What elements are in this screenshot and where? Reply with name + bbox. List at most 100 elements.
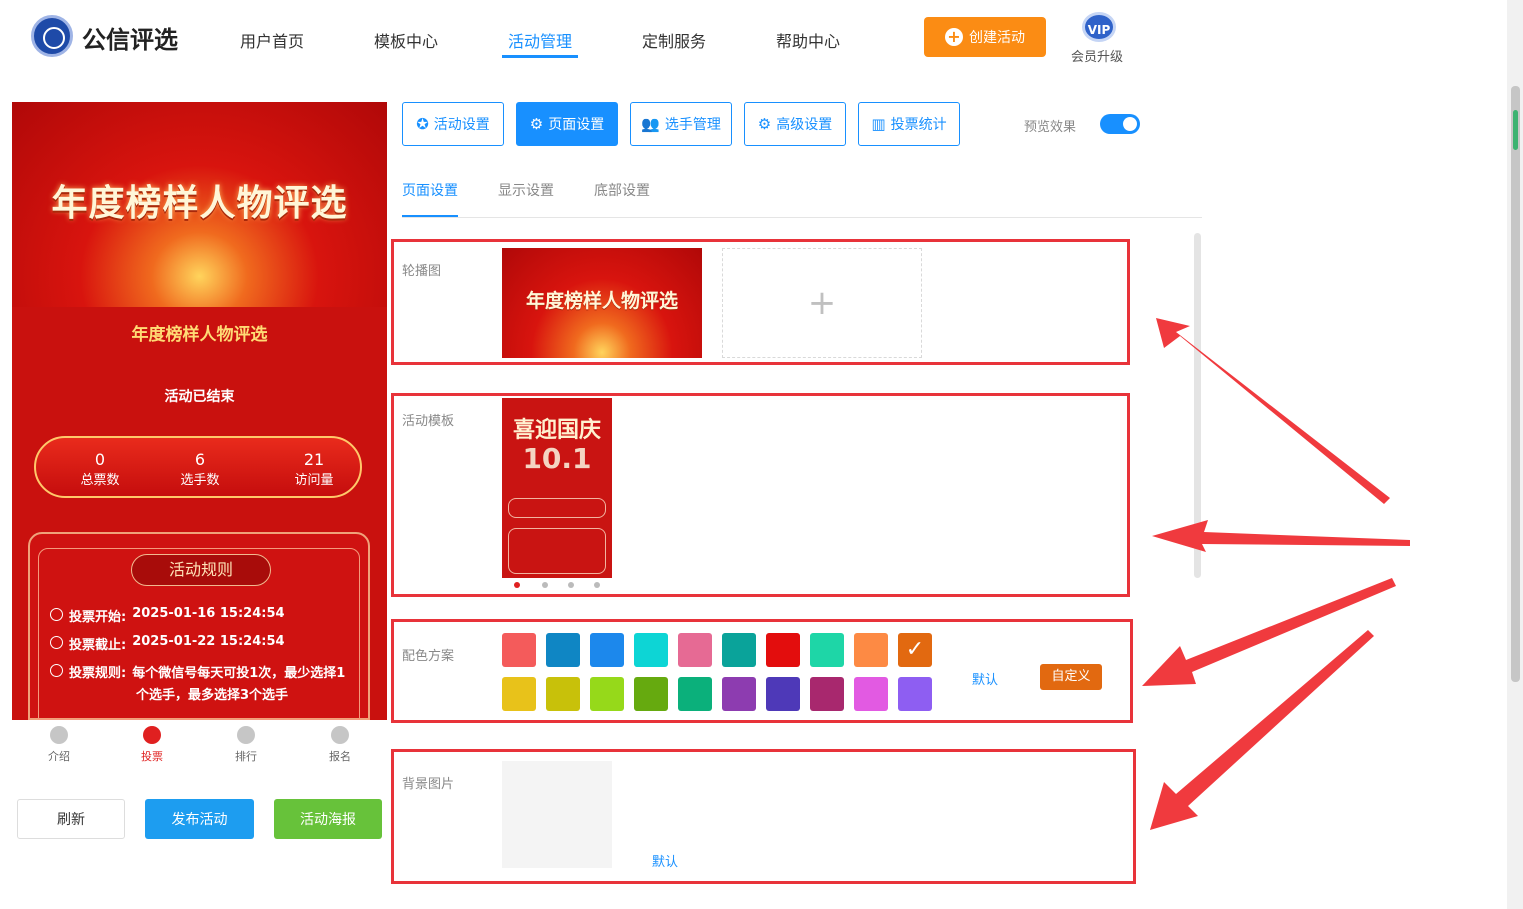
color-swatch[interactable] [898, 677, 932, 711]
gear-icon: ⚙ [529, 115, 544, 133]
tab-vote-statistics[interactable]: ▥ 投票统计 [858, 102, 960, 146]
sliders-gear-icon: ⚙ [757, 115, 772, 133]
template-thumb-big: 10.1 [522, 442, 592, 475]
dot-icon [594, 582, 600, 588]
signup-icon [331, 726, 349, 744]
subtab-divider [402, 217, 1202, 218]
color-swatch[interactable] [766, 677, 800, 711]
stat-total-votes: 0 总票数 [80, 450, 120, 488]
template-thumb-footer [502, 578, 612, 594]
color-swatch[interactable] [766, 633, 800, 667]
logo-emblem-icon [31, 15, 73, 57]
preview-tab-intro[interactable]: 介绍 [29, 726, 89, 764]
vip-upgrade-label[interactable]: 会员升级 [1071, 46, 1123, 65]
intro-icon [50, 726, 68, 744]
subtab-display-settings[interactable]: 显示设置 [498, 180, 554, 200]
preview-banner: 年度榜样人物评选 [12, 102, 387, 307]
preview-subtitle: 年度榜样人物评选 [131, 325, 268, 345]
tab-advanced-settings[interactable]: ⚙ 高级设置 [744, 102, 846, 146]
subtab-page-settings[interactable]: 页面设置 [402, 180, 458, 200]
plus-circle-icon: + [945, 28, 963, 46]
color-default-link[interactable]: 默认 [972, 669, 998, 688]
rule-end: 投票截止: 2025-01-22 15:24:54 [50, 634, 285, 653]
color-swatch[interactable] [634, 677, 668, 711]
color-swatch[interactable] [722, 633, 756, 667]
ranking-icon [237, 726, 255, 744]
nav-custom-service[interactable]: 定制服务 [642, 28, 706, 52]
nav-help-center[interactable]: 帮助中心 [776, 28, 840, 52]
background-default-link[interactable]: 默认 [652, 851, 678, 870]
clock-icon [50, 636, 63, 649]
preview-tab-signup[interactable]: 报名 [310, 726, 370, 764]
nav-active-underline [502, 55, 578, 58]
stats-box: 0 总票数 6 选手数 21 访问量 [34, 436, 362, 498]
nav-template-center[interactable]: 模板中心 [374, 28, 438, 52]
rule-voting: 投票规则: 每个微信号每天可投1次，最少选择1 [50, 662, 345, 681]
refresh-button[interactable]: 刷新 [17, 799, 125, 839]
plus-icon: + [807, 283, 837, 323]
preview-tab-ranking[interactable]: 排行 [216, 726, 276, 764]
color-custom-button[interactable]: 自定义 [1040, 664, 1102, 690]
template-label: 活动模板 [402, 414, 455, 429]
carousel-image[interactable]: 年度榜样人物评选 [502, 248, 702, 358]
stat-contestants: 6 选手数 [180, 450, 220, 488]
color-swatch[interactable] [854, 677, 888, 711]
color-swatch[interactable] [546, 677, 580, 711]
preview-toggle-switch[interactable] [1100, 114, 1140, 134]
color-swatch[interactable] [590, 677, 624, 711]
tab-contestant-management[interactable]: 👥 选手管理 [630, 102, 732, 146]
tab-activity-settings[interactable]: ✪ 活动设置 [402, 102, 504, 146]
subtab-footer-settings[interactable]: 底部设置 [594, 180, 650, 200]
create-activity-button[interactable]: + 创建活动 [924, 17, 1046, 57]
template-thumb-rules [508, 528, 606, 574]
page-scroll-accent [1513, 110, 1518, 150]
color-scheme-label: 配色方案 [402, 649, 455, 664]
star-circle-icon: ✪ [416, 115, 429, 133]
template-thumbnail[interactable]: 喜迎国庆 10.1 [502, 398, 612, 578]
background-image-upload[interactable] [502, 761, 612, 868]
mobile-preview: 年度榜样人物评选 年度榜样人物评选 活动已结束 0 总票数 6 选手数 21 访… [12, 102, 387, 720]
carousel-image-text: 年度榜样人物评选 [525, 290, 678, 312]
bar-chart-icon: ▥ [871, 115, 886, 133]
nav-activity-management[interactable]: 活动管理 [508, 28, 572, 52]
rule-start: 投票开始: 2025-01-16 15:24:54 [50, 606, 285, 625]
color-swatch[interactable] [546, 633, 580, 667]
logo-text: 公信评选 [82, 26, 178, 54]
page-scroll-thumb[interactable] [1511, 86, 1520, 682]
preview-tab-vote[interactable]: 投票 [122, 726, 182, 764]
stat-visits: 21 访问量 [294, 450, 334, 488]
publish-activity-button[interactable]: 发布活动 [145, 799, 254, 839]
nav-user-home[interactable]: 用户首页 [240, 28, 304, 52]
color-swatch[interactable] [634, 633, 668, 667]
rules-box: 活动规则 投票开始: 2025-01-16 15:24:54 投票截止: 202… [28, 532, 370, 720]
vip-badge-icon[interactable]: VIP [1082, 12, 1116, 42]
rule-voting-cont: 个选手，最多选择3个选手 [136, 688, 289, 703]
template-thumb-title: 喜迎国庆 [512, 418, 601, 443]
users-icon: 👥 [641, 115, 660, 133]
color-swatch[interactable] [678, 633, 712, 667]
activity-poster-button[interactable]: 活动海报 [274, 799, 382, 839]
preview-banner-title: 年度榜样人物评选 [51, 183, 348, 224]
preview-toggle-label: 预览效果 [1024, 120, 1077, 135]
color-swatch[interactable] [590, 633, 624, 667]
carousel-add-button[interactable]: + [722, 248, 922, 358]
color-swatch[interactable] [722, 677, 756, 711]
color-swatch[interactable] [810, 677, 844, 711]
annotation-arrows [1142, 318, 1410, 830]
create-activity-label: 创建活动 [969, 30, 1025, 46]
tab-page-settings[interactable]: ⚙ 页面设置 [516, 102, 618, 146]
dot-icon [568, 582, 574, 588]
arrow-to-template [1152, 520, 1410, 552]
template-thumb-stats [508, 498, 606, 518]
top-header: 公信评选 用户首页 模板中心 活动管理 定制服务 帮助中心 + 创建活动 VIP… [0, 0, 1507, 75]
preview-status: 活动已结束 [164, 389, 235, 405]
color-swatch[interactable] [678, 677, 712, 711]
clock-icon [50, 608, 63, 621]
color-swatch[interactable] [502, 633, 536, 667]
dot-icon [514, 582, 520, 588]
color-swatch[interactable] [810, 633, 844, 667]
color-swatch[interactable] [502, 677, 536, 711]
color-swatch[interactable] [898, 633, 932, 667]
dot-icon [542, 582, 548, 588]
color-swatch[interactable] [854, 633, 888, 667]
